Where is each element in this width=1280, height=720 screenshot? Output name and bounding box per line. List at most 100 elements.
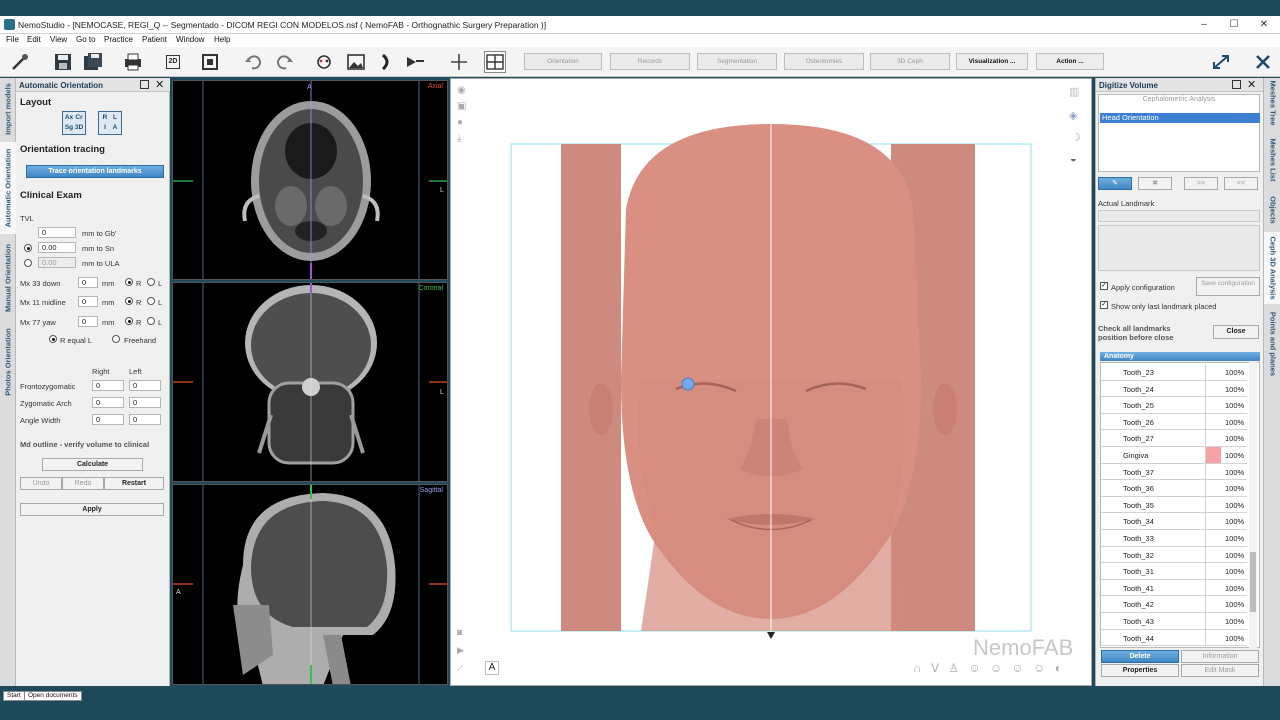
restore-icon[interactable] bbox=[1232, 80, 1241, 89]
anatomy-row[interactable]: Tooth_36 100% bbox=[1101, 480, 1247, 497]
mx11-l-radio[interactable] bbox=[147, 297, 155, 305]
anatomy-row-color[interactable] bbox=[1205, 596, 1221, 613]
tvl-gb-input[interactable]: 0 bbox=[38, 227, 76, 238]
anatomy-row[interactable]: Tooth_33 100% bbox=[1101, 530, 1247, 547]
anatomy-row-color[interactable] bbox=[1205, 364, 1221, 380]
information-button[interactable]: Information bbox=[1181, 650, 1259, 663]
mx77-l-radio[interactable] bbox=[147, 317, 155, 325]
restart-button[interactable]: Restart bbox=[104, 477, 164, 490]
axial-view[interactable]: Axial A L bbox=[172, 80, 448, 280]
visualization-button[interactable]: Visualization ... bbox=[956, 53, 1028, 70]
zygomatic-arch-right-input[interactable]: 0 bbox=[92, 397, 124, 408]
layout-axial-coronal-icon[interactable]: Ax Cr Sg 3D bbox=[62, 111, 86, 135]
workflow-records-button[interactable]: Records bbox=[610, 53, 690, 70]
restore-icon[interactable] bbox=[140, 80, 149, 89]
edit-mask-button[interactable]: Edit Mask bbox=[1181, 664, 1259, 677]
anatomy-row[interactable]: Tooth_35 100% bbox=[1101, 496, 1247, 514]
menu-goto[interactable]: Go to bbox=[76, 35, 96, 44]
anatomy-row-color[interactable] bbox=[1205, 463, 1221, 480]
workflow-orientation-button[interactable]: Orientation bbox=[524, 53, 602, 70]
anatomy-row[interactable]: Tooth_41 100% bbox=[1101, 579, 1247, 597]
anatomy-row[interactable]: Tooth_42 100% bbox=[1101, 596, 1247, 613]
mx33-r-radio[interactable] bbox=[125, 278, 133, 286]
wizard-icon[interactable] bbox=[10, 51, 32, 73]
layout-grid-icon[interactable] bbox=[484, 51, 506, 73]
anatomy-row-color[interactable] bbox=[1205, 546, 1221, 563]
anatomy-row-color[interactable] bbox=[1205, 397, 1221, 414]
r-equal-l-radio[interactable] bbox=[49, 335, 57, 343]
close-digitize-button[interactable]: Close bbox=[1213, 325, 1259, 339]
action-button[interactable]: Action ... bbox=[1036, 53, 1104, 70]
calculate-button[interactable]: Calculate bbox=[42, 458, 143, 471]
anatomy-row[interactable]: Tooth_24 100% bbox=[1101, 380, 1247, 398]
save-all-icon[interactable] bbox=[82, 51, 104, 73]
measure-icon[interactable]: ⟋ bbox=[457, 663, 463, 674]
anatomy-row[interactable]: Tooth_31 100% bbox=[1101, 563, 1247, 580]
workflow-3d-ceph-button[interactable]: 3D Ceph bbox=[870, 53, 950, 70]
tvl-ula-radio[interactable] bbox=[24, 259, 32, 267]
redo-icon[interactable] bbox=[274, 51, 296, 73]
anatomy-row[interactable]: Tooth_23 100% bbox=[1101, 364, 1247, 381]
anatomy-row-color[interactable] bbox=[1205, 447, 1221, 463]
tab-objects[interactable]: Objects bbox=[1264, 190, 1280, 230]
apply-button[interactable]: Apply bbox=[20, 503, 164, 516]
anatomy-row-color[interactable] bbox=[1205, 480, 1221, 497]
anatomy-row-color[interactable] bbox=[1205, 496, 1221, 513]
tvl-ula-input[interactable]: 0.00 bbox=[38, 257, 76, 268]
anatomy-scrollbar[interactable] bbox=[1249, 362, 1257, 648]
tvl-sn-input[interactable]: 0.00 bbox=[38, 242, 76, 253]
fullscreen-icon[interactable] bbox=[1210, 51, 1232, 73]
close-mode-icon[interactable] bbox=[1252, 51, 1274, 73]
anatomy-row[interactable]: Tooth_37 100% bbox=[1101, 463, 1247, 481]
anatomy-row-color[interactable] bbox=[1205, 513, 1221, 530]
anatomy-row[interactable]: Tooth_32 100% bbox=[1101, 546, 1247, 564]
undo-icon[interactable] bbox=[242, 51, 264, 73]
curve-icon[interactable] bbox=[376, 51, 398, 73]
anatomy-row-color[interactable] bbox=[1205, 579, 1221, 596]
menu-file[interactable]: File bbox=[6, 35, 19, 44]
properties-button[interactable]: Properties bbox=[1101, 664, 1179, 677]
frontozygomatic-left-input[interactable]: 0 bbox=[129, 380, 161, 391]
tvl-sn-radio[interactable] bbox=[24, 244, 32, 252]
menu-help[interactable]: Help bbox=[214, 35, 230, 44]
tab-meshes-list[interactable]: Meshes List bbox=[1264, 132, 1280, 188]
analysis-list[interactable]: Cephalometric Analysis Head Orientation bbox=[1098, 94, 1260, 172]
anatomy-row-color[interactable] bbox=[1205, 613, 1221, 629]
anatomy-row-color[interactable] bbox=[1205, 629, 1221, 646]
close-icon[interactable]: ✕ bbox=[155, 78, 164, 91]
anatomy-row[interactable]: Tooth_26 100% bbox=[1101, 413, 1247, 431]
mx33-l-radio[interactable] bbox=[147, 278, 155, 286]
menu-practice[interactable]: Practice bbox=[104, 35, 133, 44]
anatomy-row[interactable]: Tooth_34 100% bbox=[1101, 513, 1247, 530]
anatomy-row-color[interactable] bbox=[1205, 430, 1221, 447]
apply-configuration-checkbox[interactable]: ✓ bbox=[1100, 282, 1108, 290]
maximize-button[interactable]: ☐ bbox=[1220, 18, 1248, 32]
fit-view-icon[interactable] bbox=[199, 51, 221, 73]
model-icon[interactable] bbox=[404, 51, 426, 73]
workflow-osteotomies-button[interactable]: Osteotomies bbox=[784, 53, 864, 70]
mx77-r-radio[interactable] bbox=[125, 317, 133, 325]
show-last-landmark-checkbox[interactable]: ✓ bbox=[1100, 301, 1108, 309]
open-documents-button[interactable]: Open documents bbox=[24, 691, 82, 701]
tab-import-models[interactable]: Import models bbox=[0, 78, 16, 140]
menu-edit[interactable]: Edit bbox=[27, 35, 41, 44]
tab-automatic-orientation[interactable]: Automatic Orientation bbox=[0, 142, 16, 234]
menu-view[interactable]: View bbox=[50, 35, 67, 44]
face-icon[interactable] bbox=[313, 51, 335, 73]
tab-manual-orientation[interactable]: Manual Orientation bbox=[0, 236, 16, 320]
view-preset-icons[interactable]: ∩ V ♙ ☺ ☺ ☺ ☺ ◐ bbox=[913, 661, 1065, 675]
angle-width-left-input[interactable]: 0 bbox=[129, 414, 161, 425]
freehand-radio[interactable] bbox=[112, 335, 120, 343]
anatomy-row-color[interactable] bbox=[1205, 413, 1221, 430]
minimize-button[interactable]: – bbox=[1190, 18, 1218, 32]
anatomy-row[interactable]: Tooth_25 100% bbox=[1101, 397, 1247, 414]
tab-ceph-3d-analysis[interactable]: Ceph 3D Analysis bbox=[1264, 232, 1280, 304]
tab-points-and-planes[interactable]: Points and planes bbox=[1264, 306, 1280, 382]
layout-rl-ia-icon[interactable]: RL IA bbox=[98, 111, 122, 135]
next-landmark-button[interactable]: >> bbox=[1184, 177, 1218, 190]
anatomy-row[interactable]: Gingiva 100% bbox=[1101, 447, 1247, 464]
anatomy-row-color[interactable] bbox=[1205, 530, 1221, 546]
start-button[interactable]: Start bbox=[3, 691, 25, 701]
anatomy-row-color[interactable] bbox=[1205, 563, 1221, 580]
delete-button[interactable]: Delete bbox=[1101, 650, 1179, 663]
